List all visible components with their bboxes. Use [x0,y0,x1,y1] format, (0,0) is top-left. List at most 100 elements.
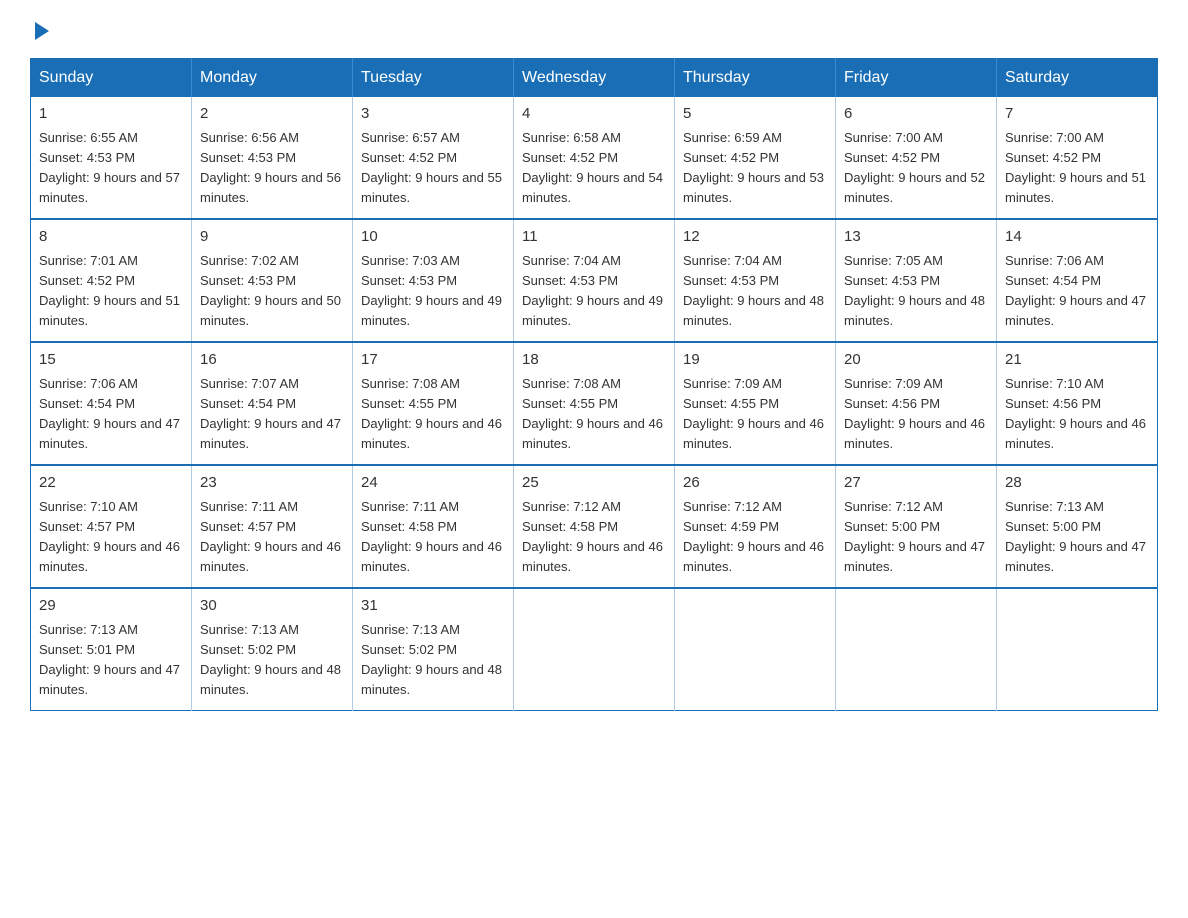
day-number: 5 [683,103,827,126]
day-number: 22 [39,472,183,495]
day-info: Sunrise: 7:07 AMSunset: 4:54 PMDaylight:… [200,376,341,451]
day-info: Sunrise: 7:13 AMSunset: 5:01 PMDaylight:… [39,622,180,697]
table-row: 23 Sunrise: 7:11 AMSunset: 4:57 PMDaylig… [192,465,353,588]
day-info: Sunrise: 7:00 AMSunset: 4:52 PMDaylight:… [1005,130,1146,205]
day-number: 10 [361,226,505,249]
day-number: 16 [200,349,344,372]
day-info: Sunrise: 6:56 AMSunset: 4:53 PMDaylight:… [200,130,341,205]
logo [30,20,49,40]
col-monday: Monday [192,59,353,98]
col-tuesday: Tuesday [353,59,514,98]
col-wednesday: Wednesday [514,59,675,98]
day-number: 15 [39,349,183,372]
table-row: 30 Sunrise: 7:13 AMSunset: 5:02 PMDaylig… [192,588,353,711]
table-row: 4 Sunrise: 6:58 AMSunset: 4:52 PMDayligh… [514,97,675,219]
calendar-week-row: 29 Sunrise: 7:13 AMSunset: 5:01 PMDaylig… [31,588,1158,711]
calendar-week-row: 22 Sunrise: 7:10 AMSunset: 4:57 PMDaylig… [31,465,1158,588]
col-thursday: Thursday [675,59,836,98]
day-number: 19 [683,349,827,372]
table-row: 10 Sunrise: 7:03 AMSunset: 4:53 PMDaylig… [353,219,514,342]
day-number: 8 [39,226,183,249]
day-info: Sunrise: 7:12 AMSunset: 4:58 PMDaylight:… [522,499,663,574]
day-info: Sunrise: 7:12 AMSunset: 5:00 PMDaylight:… [844,499,985,574]
table-row: 28 Sunrise: 7:13 AMSunset: 5:00 PMDaylig… [997,465,1158,588]
day-number: 18 [522,349,666,372]
table-row: 26 Sunrise: 7:12 AMSunset: 4:59 PMDaylig… [675,465,836,588]
table-row: 6 Sunrise: 7:00 AMSunset: 4:52 PMDayligh… [836,97,997,219]
table-row: 18 Sunrise: 7:08 AMSunset: 4:55 PMDaylig… [514,342,675,465]
day-number: 4 [522,103,666,126]
day-number: 14 [1005,226,1149,249]
table-row: 27 Sunrise: 7:12 AMSunset: 5:00 PMDaylig… [836,465,997,588]
table-row: 21 Sunrise: 7:10 AMSunset: 4:56 PMDaylig… [997,342,1158,465]
calendar-header-row: Sunday Monday Tuesday Wednesday Thursday… [31,59,1158,98]
day-info: Sunrise: 7:13 AMSunset: 5:00 PMDaylight:… [1005,499,1146,574]
day-number: 31 [361,595,505,618]
table-row: 14 Sunrise: 7:06 AMSunset: 4:54 PMDaylig… [997,219,1158,342]
table-row: 8 Sunrise: 7:01 AMSunset: 4:52 PMDayligh… [31,219,192,342]
table-row: 25 Sunrise: 7:12 AMSunset: 4:58 PMDaylig… [514,465,675,588]
day-info: Sunrise: 7:02 AMSunset: 4:53 PMDaylight:… [200,253,341,328]
day-info: Sunrise: 7:12 AMSunset: 4:59 PMDaylight:… [683,499,824,574]
calendar-week-row: 1 Sunrise: 6:55 AMSunset: 4:53 PMDayligh… [31,97,1158,219]
day-number: 17 [361,349,505,372]
table-row [675,588,836,711]
day-number: 9 [200,226,344,249]
table-row: 7 Sunrise: 7:00 AMSunset: 4:52 PMDayligh… [997,97,1158,219]
table-row: 15 Sunrise: 7:06 AMSunset: 4:54 PMDaylig… [31,342,192,465]
day-info: Sunrise: 7:08 AMSunset: 4:55 PMDaylight:… [361,376,502,451]
day-number: 13 [844,226,988,249]
day-info: Sunrise: 7:10 AMSunset: 4:57 PMDaylight:… [39,499,180,574]
day-number: 23 [200,472,344,495]
day-info: Sunrise: 7:06 AMSunset: 4:54 PMDaylight:… [39,376,180,451]
table-row: 31 Sunrise: 7:13 AMSunset: 5:02 PMDaylig… [353,588,514,711]
day-number: 21 [1005,349,1149,372]
day-number: 2 [200,103,344,126]
logo-arrow-icon [35,22,49,40]
day-info: Sunrise: 7:13 AMSunset: 5:02 PMDaylight:… [200,622,341,697]
table-row: 17 Sunrise: 7:08 AMSunset: 4:55 PMDaylig… [353,342,514,465]
day-info: Sunrise: 7:04 AMSunset: 4:53 PMDaylight:… [683,253,824,328]
col-sunday: Sunday [31,59,192,98]
day-info: Sunrise: 6:58 AMSunset: 4:52 PMDaylight:… [522,130,663,205]
table-row: 3 Sunrise: 6:57 AMSunset: 4:52 PMDayligh… [353,97,514,219]
table-row: 9 Sunrise: 7:02 AMSunset: 4:53 PMDayligh… [192,219,353,342]
day-info: Sunrise: 7:03 AMSunset: 4:53 PMDaylight:… [361,253,502,328]
day-number: 11 [522,226,666,249]
day-info: Sunrise: 6:57 AMSunset: 4:52 PMDaylight:… [361,130,502,205]
day-number: 29 [39,595,183,618]
day-info: Sunrise: 7:06 AMSunset: 4:54 PMDaylight:… [1005,253,1146,328]
table-row: 19 Sunrise: 7:09 AMSunset: 4:55 PMDaylig… [675,342,836,465]
day-number: 27 [844,472,988,495]
day-number: 12 [683,226,827,249]
day-number: 28 [1005,472,1149,495]
table-row: 2 Sunrise: 6:56 AMSunset: 4:53 PMDayligh… [192,97,353,219]
table-row: 13 Sunrise: 7:05 AMSunset: 4:53 PMDaylig… [836,219,997,342]
day-info: Sunrise: 7:01 AMSunset: 4:52 PMDaylight:… [39,253,180,328]
calendar-week-row: 15 Sunrise: 7:06 AMSunset: 4:54 PMDaylig… [31,342,1158,465]
table-row: 12 Sunrise: 7:04 AMSunset: 4:53 PMDaylig… [675,219,836,342]
table-row: 1 Sunrise: 6:55 AMSunset: 4:53 PMDayligh… [31,97,192,219]
table-row [514,588,675,711]
table-row: 5 Sunrise: 6:59 AMSunset: 4:52 PMDayligh… [675,97,836,219]
day-info: Sunrise: 7:00 AMSunset: 4:52 PMDaylight:… [844,130,985,205]
day-info: Sunrise: 7:04 AMSunset: 4:53 PMDaylight:… [522,253,663,328]
day-info: Sunrise: 6:55 AMSunset: 4:53 PMDaylight:… [39,130,180,205]
table-row [997,588,1158,711]
day-number: 20 [844,349,988,372]
day-info: Sunrise: 7:10 AMSunset: 4:56 PMDaylight:… [1005,376,1146,451]
page-header [30,20,1158,40]
day-info: Sunrise: 6:59 AMSunset: 4:52 PMDaylight:… [683,130,824,205]
calendar-table: Sunday Monday Tuesday Wednesday Thursday… [30,58,1158,711]
day-number: 1 [39,103,183,126]
table-row: 20 Sunrise: 7:09 AMSunset: 4:56 PMDaylig… [836,342,997,465]
table-row [836,588,997,711]
col-saturday: Saturday [997,59,1158,98]
day-info: Sunrise: 7:11 AMSunset: 4:58 PMDaylight:… [361,499,502,574]
day-number: 6 [844,103,988,126]
table-row: 22 Sunrise: 7:10 AMSunset: 4:57 PMDaylig… [31,465,192,588]
day-number: 26 [683,472,827,495]
day-info: Sunrise: 7:13 AMSunset: 5:02 PMDaylight:… [361,622,502,697]
day-info: Sunrise: 7:09 AMSunset: 4:56 PMDaylight:… [844,376,985,451]
day-number: 25 [522,472,666,495]
